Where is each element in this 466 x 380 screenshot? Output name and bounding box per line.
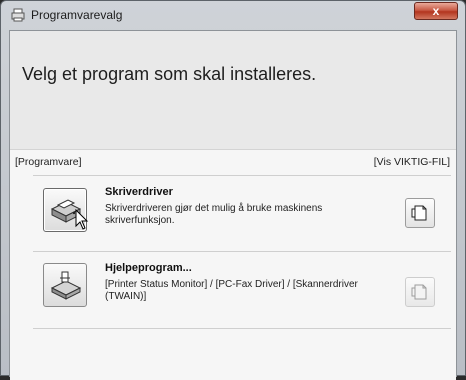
utility-readme-button[interactable] <box>405 277 435 307</box>
item-title-utility: Hjelpeprogram... <box>105 262 192 274</box>
view-readme-link[interactable]: [Vis VIKTIG-FIL] <box>374 156 450 168</box>
page-title: Velg et program som skal installeres. <box>22 64 317 84</box>
divider <box>33 328 451 329</box>
window-client-area: Velg et program som skal installeres. [P… <box>9 30 457 380</box>
utility-icon <box>50 271 82 300</box>
divider <box>33 251 451 252</box>
item-desc-utility-line1: [Printer Status Monitor] / [PC-Fax Drive… <box>105 279 358 290</box>
item-desc-printer-driver-line1: Skriverdriveren gjør det mulig å bruke m… <box>105 203 323 214</box>
item-desc-printer-driver-line2: skriverfunksjon. <box>105 215 175 226</box>
document-icon <box>411 284 427 300</box>
app-icon <box>11 8 25 22</box>
installer-window: Programvarevalg x Velg et program som sk… <box>0 0 466 380</box>
item-desc-utility-line2: (TWAIN)] <box>105 291 147 302</box>
document-icon <box>411 205 427 221</box>
close-button[interactable]: x <box>414 2 458 20</box>
title-bar[interactable]: Programvarevalg x <box>1 1 465 29</box>
utility-software-button[interactable] <box>43 263 87 307</box>
window-title: Programvarevalg <box>31 8 123 22</box>
software-section-label: [Programvare] <box>15 156 82 168</box>
printer-driver-readme-button[interactable] <box>405 198 435 228</box>
divider <box>33 175 451 176</box>
mouse-cursor-icon <box>75 209 89 230</box>
software-list-panel: [Programvare] [Vis VIKTIG-FIL] Skriverdr… <box>10 149 456 380</box>
item-title-printer-driver: Skriverdriver <box>105 186 173 198</box>
